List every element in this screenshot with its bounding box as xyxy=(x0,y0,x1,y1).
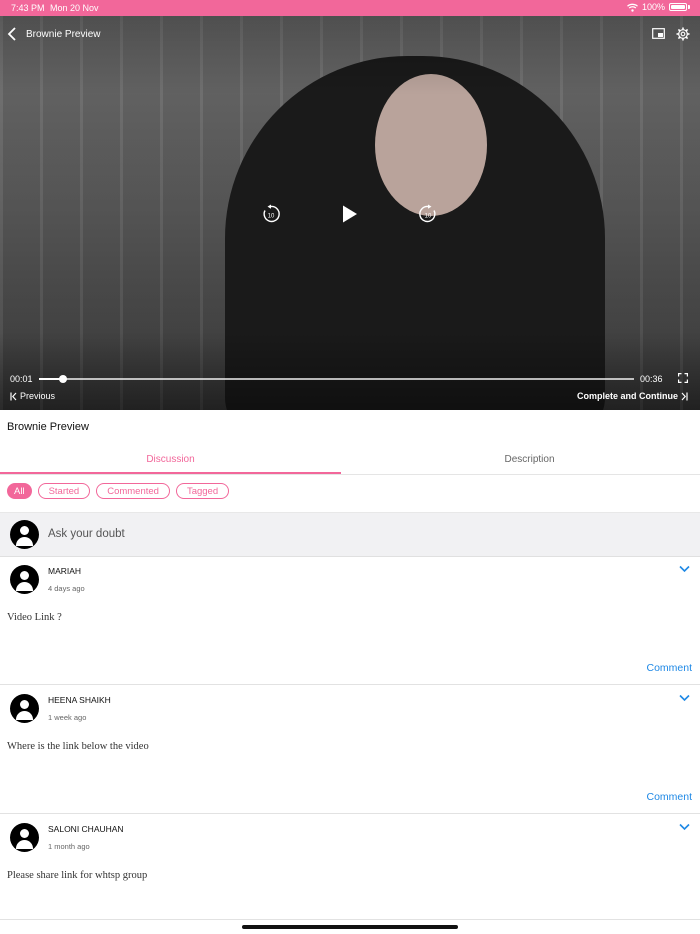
player-title: Brownie Preview xyxy=(26,29,101,40)
page-title: Brownie Preview xyxy=(7,421,89,433)
comment-button[interactable]: Comment xyxy=(646,791,692,803)
chevron-down-icon[interactable] xyxy=(679,823,690,831)
avatar xyxy=(10,823,39,852)
tab-bar: Discussion Description xyxy=(0,446,700,475)
complete-continue-label: Complete and Continue xyxy=(577,391,678,401)
status-time: 7:43 PM xyxy=(11,3,45,13)
previous-label: Previous xyxy=(20,391,56,401)
comment-text: Video Link ? xyxy=(7,612,62,623)
settings-gear-icon[interactable] xyxy=(676,27,690,41)
duration: 00:36 xyxy=(640,374,663,384)
chevron-down-icon[interactable] xyxy=(679,694,690,702)
comment-item: HEENA SHAIKH 1 week ago Where is the lin… xyxy=(0,685,700,814)
avatar xyxy=(10,520,39,549)
tab-description[interactable]: Description xyxy=(359,446,700,474)
tab-discussion[interactable]: Discussion xyxy=(0,446,341,474)
filter-all[interactable]: All xyxy=(7,483,32,499)
avatar xyxy=(10,565,39,594)
status-date: Mon 20 Nov xyxy=(50,3,99,13)
rewind-seconds: 10 xyxy=(268,213,275,219)
play-icon[interactable] xyxy=(340,204,360,224)
comment-time: 1 month ago xyxy=(48,842,90,851)
filter-tagged[interactable]: Tagged xyxy=(175,483,230,499)
comment-item: SALONI CHAUHAN 1 month ago Please share … xyxy=(0,814,700,920)
battery-icon xyxy=(669,3,687,11)
avatar xyxy=(10,694,39,723)
comment-author: HEENA SHAIKH xyxy=(48,695,111,705)
forward-10-icon[interactable]: 10 xyxy=(418,204,438,224)
forward-seconds: 10 xyxy=(425,213,432,219)
back-icon[interactable] xyxy=(7,27,17,43)
battery-percent: 100% xyxy=(641,2,665,12)
complete-and-continue-button[interactable]: Complete and Continue xyxy=(577,391,688,401)
current-time: 00:01 xyxy=(10,374,33,384)
chevron-down-icon[interactable] xyxy=(679,565,690,573)
battery-tip xyxy=(688,5,690,9)
filter-chips: All Started Commented Tagged xyxy=(7,483,230,499)
filter-commented[interactable]: Commented xyxy=(96,483,170,499)
comment-text: Please share link for whtsp group xyxy=(7,870,148,881)
filter-started[interactable]: Started xyxy=(37,483,91,499)
status-bar: 7:43 PM Mon 20 Nov 100% xyxy=(0,0,700,16)
fullscreen-icon[interactable] xyxy=(678,373,688,383)
comment-time: 4 days ago xyxy=(48,584,85,593)
comment-button[interactable]: Comment xyxy=(646,662,692,674)
seek-bar-handle[interactable] xyxy=(58,375,67,383)
comment-author: SALONI CHAUHAN xyxy=(48,824,124,834)
skip-next-icon xyxy=(681,392,688,400)
picture-in-picture-icon[interactable] xyxy=(652,28,665,39)
home-indicator xyxy=(242,925,458,929)
seek-bar[interactable] xyxy=(39,375,634,383)
comment-item: MARIAH 4 days ago Video Link ? Comment xyxy=(0,556,700,685)
video-player[interactable]: Brownie Preview 10 10 00:01 00:36 Previo… xyxy=(0,16,700,410)
previous-button[interactable]: Previous xyxy=(10,391,55,401)
wifi-icon xyxy=(627,3,638,12)
comment-author: MARIAH xyxy=(48,566,82,576)
status-right: 100% xyxy=(627,2,690,12)
comment-time: 1 week ago xyxy=(48,713,87,722)
comment-text: Where is the link below the video xyxy=(7,741,149,752)
ask-doubt-placeholder: Ask your doubt xyxy=(48,528,125,540)
ask-doubt-field[interactable]: Ask your doubt xyxy=(0,512,700,557)
skip-previous-icon xyxy=(10,392,17,400)
rewind-10-icon[interactable]: 10 xyxy=(261,204,281,224)
